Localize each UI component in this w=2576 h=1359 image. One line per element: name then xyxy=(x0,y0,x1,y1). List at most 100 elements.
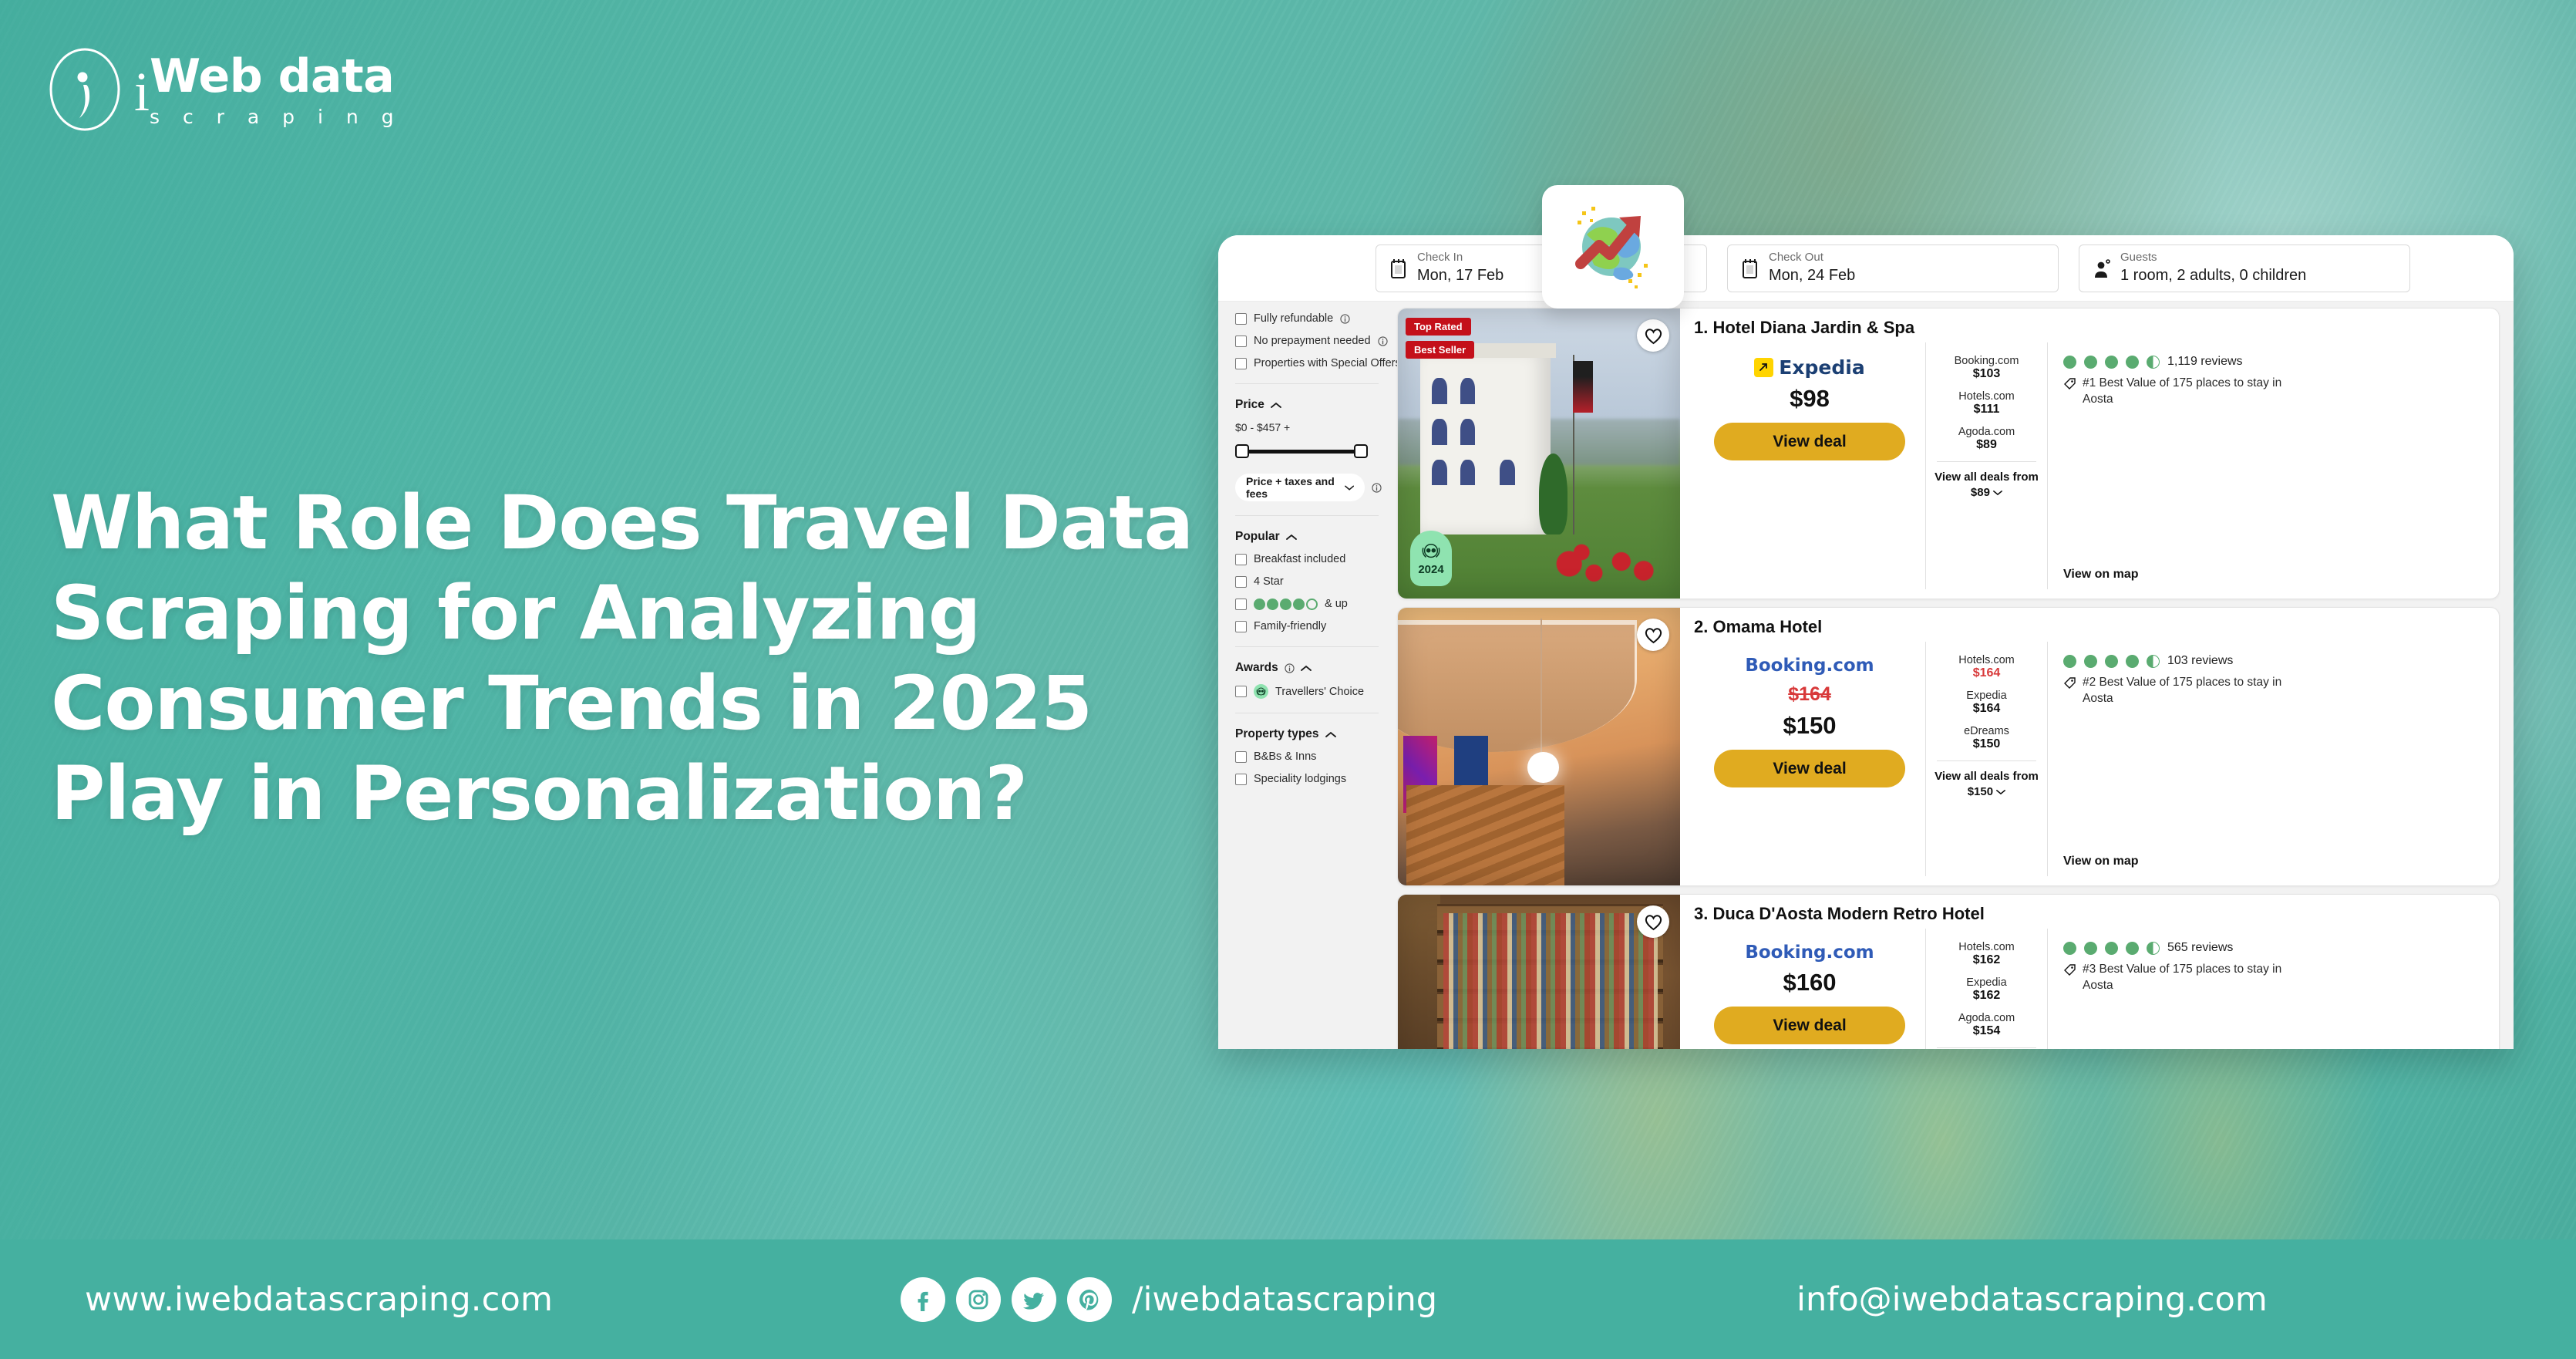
footer-social-handle[interactable]: /iwebdatascraping xyxy=(1132,1280,1437,1319)
rating-row: 103 reviews xyxy=(2063,654,2479,668)
view-all-deals-button[interactable]: View all deals from $89 xyxy=(1931,470,2042,501)
checkbox[interactable] xyxy=(1235,312,1247,325)
checkbox[interactable] xyxy=(1235,773,1247,785)
provider-price-row[interactable]: Hotels.com $162 xyxy=(1931,941,2042,967)
checkbox[interactable] xyxy=(1235,575,1247,588)
checkbox[interactable] xyxy=(1235,553,1247,565)
filter-bnbs-inns[interactable]: B&Bs & Inns xyxy=(1235,750,1386,763)
rating-row: 565 reviews xyxy=(2063,941,2479,955)
provider-price-row[interactable]: Agoda.com $154 xyxy=(1931,1012,2042,1038)
price-display-select[interactable]: Price + taxes and fees xyxy=(1235,474,1365,501)
filter-travellers-choice[interactable]: Travellers' Choice xyxy=(1235,684,1386,699)
review-count[interactable]: 1,119 reviews xyxy=(2167,355,2243,369)
hotel-rating-block: 565 reviews #3 Best Value of 175 places … xyxy=(2047,929,2487,1049)
provider-price: $150 xyxy=(1972,737,2001,750)
badge-best-seller: Best Seller xyxy=(1406,341,1475,359)
price-range-slider[interactable] xyxy=(1235,444,1368,458)
checkbox[interactable] xyxy=(1235,620,1247,632)
property-types-section-header[interactable]: Property types xyxy=(1235,727,1386,741)
facebook-icon[interactable] xyxy=(901,1276,945,1322)
filter-breakfast-included[interactable]: Breakfast included xyxy=(1235,553,1386,565)
view-deal-button[interactable]: View deal xyxy=(1714,1007,1905,1044)
chevron-up-icon[interactable] xyxy=(1285,534,1297,541)
logo-mark-icon: i xyxy=(48,46,150,133)
provider-booking[interactable]: Booking.com xyxy=(1745,943,1874,963)
rating-dot-half xyxy=(2147,941,2160,955)
guests-field[interactable]: Guests 1 room, 2 adults, 0 children xyxy=(2079,244,2410,292)
hotel-card[interactable]: 3. Duca D'Aosta Modern Retro Hotel Booki… xyxy=(1397,894,2500,1049)
provider-price-row[interactable]: Expedia $164 xyxy=(1931,690,2042,716)
checkbox[interactable] xyxy=(1235,335,1247,347)
provider-price-row[interactable]: Agoda.com $89 xyxy=(1931,426,2042,452)
view-all-deals-button[interactable]: View all deals from $150 xyxy=(1931,769,2042,801)
provider-price-row[interactable]: Expedia $162 xyxy=(1931,976,2042,1003)
favorite-heart-icon[interactable] xyxy=(1637,905,1669,938)
filter-rating-4-and-up[interactable]: & up xyxy=(1235,598,1386,610)
rating-dot xyxy=(2105,355,2118,369)
slider-handle-min[interactable] xyxy=(1235,444,1249,458)
provider-name: Hotels.com xyxy=(1958,390,2015,403)
deal-price: $98 xyxy=(1790,385,1830,412)
info-icon[interactable] xyxy=(1340,313,1350,324)
checkout-field[interactable]: Check Out Mon, 24 Feb xyxy=(1727,244,2059,292)
provider-name: Hotels.com xyxy=(1958,941,2015,953)
checkbox[interactable] xyxy=(1235,686,1247,697)
rating-dot xyxy=(2084,941,2097,955)
info-icon[interactable] xyxy=(1372,482,1382,493)
hotel-name[interactable]: 1. Hotel Diana Jardin & Spa xyxy=(1694,318,2487,338)
footer-email-link[interactable]: info@iwebdatascraping.com xyxy=(1796,1280,2268,1319)
review-count[interactable]: 103 reviews xyxy=(2167,654,2233,668)
checkbox[interactable] xyxy=(1235,750,1247,763)
provider-price-row[interactable]: Hotels.com $111 xyxy=(1931,390,2042,416)
view-on-map-link[interactable]: View on map xyxy=(2063,568,2479,582)
hotel-card[interactable]: Top Rated Best Seller 2024 1. Hotel Dian… xyxy=(1397,308,2500,599)
hotel-photo[interactable]: Top Rated Best Seller 2024 xyxy=(1398,309,1680,599)
pinterest-icon[interactable] xyxy=(1067,1276,1112,1322)
view-all-price: $150 xyxy=(1967,785,1994,799)
brand-logo[interactable]: i Web data s c r a p i n g xyxy=(48,46,402,133)
hotel-name[interactable]: 3. Duca D'Aosta Modern Retro Hotel xyxy=(1694,904,2487,924)
review-count[interactable]: 565 reviews xyxy=(2167,941,2233,955)
award-year: 2024 xyxy=(1418,562,1444,576)
filter-family-friendly[interactable]: Family-friendly xyxy=(1235,620,1386,632)
hotel-name[interactable]: 2. Omama Hotel xyxy=(1694,617,2487,637)
checkout-label: Check Out xyxy=(1769,251,1823,265)
slider-handle-max[interactable] xyxy=(1354,444,1368,458)
hotel-photo[interactable] xyxy=(1398,608,1680,885)
provider-price-row[interactable]: Booking.com $103 xyxy=(1931,355,2042,381)
checkbox[interactable] xyxy=(1235,598,1247,610)
provider-price-row[interactable]: eDreams $150 xyxy=(1931,725,2042,751)
price-section-header[interactable]: Price xyxy=(1235,398,1386,412)
hotel-card[interactable]: 2. Omama Hotel Booking.com $164 $150 Vie… xyxy=(1397,607,2500,886)
filter-speciality-lodgings[interactable]: Speciality lodgings xyxy=(1235,773,1386,785)
favorite-heart-icon[interactable] xyxy=(1637,619,1669,651)
chevron-up-icon[interactable] xyxy=(1325,731,1336,738)
view-deal-button[interactable]: View deal xyxy=(1714,423,1905,460)
divider xyxy=(1937,760,2036,761)
chevron-down-icon[interactable] xyxy=(1344,484,1354,491)
twitter-icon[interactable] xyxy=(1012,1276,1056,1322)
info-icon[interactable] xyxy=(1285,663,1295,673)
instagram-icon[interactable] xyxy=(956,1276,1001,1322)
filter-fully-refundable[interactable]: Fully refundable xyxy=(1235,312,1386,325)
provider-expedia[interactable]: Expedia xyxy=(1754,356,1865,379)
view-deal-button[interactable]: View deal xyxy=(1714,750,1905,787)
checkbox[interactable] xyxy=(1235,357,1247,369)
chevron-down-icon[interactable] xyxy=(1996,789,2006,795)
hotel-photo[interactable] xyxy=(1398,895,1680,1049)
filter-special-offers[interactable]: Properties with Special Offers xyxy=(1235,357,1401,369)
view-on-map-link[interactable]: View on map xyxy=(2063,855,2479,868)
awards-section-header[interactable]: Awards xyxy=(1235,661,1386,675)
chevron-up-icon[interactable] xyxy=(1300,665,1312,672)
favorite-heart-icon[interactable] xyxy=(1637,319,1669,352)
provider-booking[interactable]: Booking.com xyxy=(1745,656,1874,676)
filter-no-prepayment[interactable]: No prepayment needed xyxy=(1235,335,1388,347)
provider-price-row[interactable]: Hotels.com $164 xyxy=(1931,654,2042,680)
chevron-up-icon[interactable] xyxy=(1271,402,1281,409)
footer-website-link[interactable]: www.iwebdatascraping.com xyxy=(85,1280,553,1319)
chevron-down-icon[interactable] xyxy=(1993,490,2003,496)
filter-4-star[interactable]: 4 Star xyxy=(1235,575,1386,588)
rating-dot xyxy=(2105,941,2118,955)
popular-heading: Popular xyxy=(1235,530,1280,543)
popular-section-header[interactable]: Popular xyxy=(1235,530,1386,544)
